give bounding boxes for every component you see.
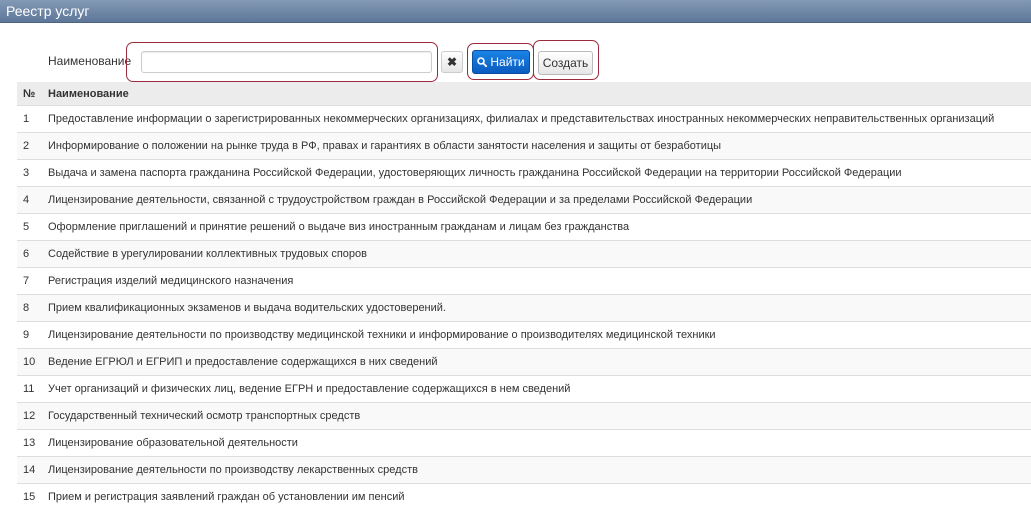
row-number: 3 — [17, 159, 42, 187]
row-name: Ведение ЕГРЮЛ и ЕГРИП и предоставление с… — [42, 348, 1031, 376]
row-name: Государственный технический осмотр транс… — [42, 402, 1031, 430]
table-row[interactable]: 12 Государственный технический осмотр тра… — [17, 402, 1031, 430]
clear-search-button[interactable]: ✖ — [441, 51, 463, 73]
row-number: 10 — [17, 348, 42, 376]
row-name: Лицензирование деятельности, связанной с… — [42, 186, 1031, 214]
services-table: № Наименование 1 Предоставление информаци… — [17, 82, 1031, 510]
search-toolbar: Наименование ✖ Найти Создать — [0, 23, 1031, 82]
row-name: Прием квалификационных экзаменов и выдач… — [42, 294, 1031, 322]
table-row[interactable]: 1 Предоставление информации о зарегистрир… — [17, 105, 1031, 133]
table-row[interactable]: 14 Лицензирование деятельности по произво… — [17, 456, 1031, 484]
table-row[interactable]: 9 Лицензирование деятельности по производ… — [17, 321, 1031, 349]
close-icon: ✖ — [446, 55, 458, 69]
row-number: 7 — [17, 267, 42, 295]
search-icon — [477, 57, 488, 67]
services-registry-window: Реестр услуг Наименование ✖ Найти Создат… — [0, 0, 1031, 518]
table-row[interactable]: 7 Регистрация изделий медицинского назнач… — [17, 267, 1031, 295]
window-title: Реестр услуг — [0, 0, 1031, 23]
table-row[interactable]: 11 Учет организаций и физических лиц, вед… — [17, 375, 1031, 403]
table-row[interactable]: 15 Прием и регистрация заявлений граждан … — [17, 483, 1031, 510]
row-name: Содействие в урегулировании коллективных… — [42, 240, 1031, 268]
row-number: 6 — [17, 240, 42, 268]
table-row[interactable]: 2 Информирование о положении на рынке тру… — [17, 132, 1031, 160]
row-name: Лицензирование деятельности по производс… — [42, 321, 1031, 349]
row-name: Информирование о положении на рынке труд… — [42, 132, 1031, 160]
row-number: 2 — [17, 132, 42, 160]
row-number: 9 — [17, 321, 42, 349]
services-table-container: № Наименование 1 Предоставление информаци… — [17, 82, 1031, 510]
row-name: Оформление приглашений и принятие решени… — [42, 213, 1031, 241]
column-header-num: № — [17, 82, 42, 106]
table-row[interactable]: 5 Оформление приглашений и принятие решен… — [17, 213, 1031, 241]
row-number: 12 — [17, 402, 42, 430]
row-number: 13 — [17, 429, 42, 457]
find-button-label: Найти — [490, 55, 525, 69]
row-number: 8 — [17, 294, 42, 322]
row-number: 4 — [17, 186, 42, 214]
row-name: Лицензирование деятельности по производс… — [42, 456, 1031, 484]
row-name: Прием и регистрация заявлений граждан об… — [42, 483, 1031, 510]
row-number: 15 — [17, 483, 42, 510]
table-header-row: № Наименование — [17, 82, 1031, 106]
create-button[interactable]: Создать — [538, 51, 593, 75]
row-name: Регистрация изделий медицинского назначе… — [42, 267, 1031, 295]
row-number: 14 — [17, 456, 42, 484]
table-row[interactable]: 6 Содействие в урегулировании коллективны… — [17, 240, 1031, 268]
row-number: 11 — [17, 375, 42, 403]
table-row[interactable]: 3 Выдача и замена паспорта гражданина Рос… — [17, 159, 1031, 187]
table-row[interactable]: 4 Лицензирование деятельности, связанной … — [17, 186, 1031, 214]
search-input[interactable] — [141, 51, 432, 73]
search-label: Наименование — [48, 54, 132, 68]
row-name: Учет организаций и физических лиц, веден… — [42, 375, 1031, 403]
table-row[interactable]: 13 Лицензирование образовательной деятель… — [17, 429, 1031, 457]
table-row[interactable]: 10 Ведение ЕГРЮЛ и ЕГРИП и предоставление… — [17, 348, 1031, 376]
row-name: Предоставление информации о зарегистриро… — [42, 105, 1031, 133]
row-name: Лицензирование образовательной деятельно… — [42, 429, 1031, 457]
find-button[interactable]: Найти — [472, 50, 530, 74]
table-row[interactable]: 8 Прием квалификационных экзаменов и выда… — [17, 294, 1031, 322]
row-number: 1 — [17, 105, 42, 133]
row-name: Выдача и замена паспорта гражданина Росс… — [42, 159, 1031, 187]
column-header-name: Наименование — [42, 82, 1031, 106]
row-number: 5 — [17, 213, 42, 241]
create-button-label: Создать — [542, 56, 589, 70]
